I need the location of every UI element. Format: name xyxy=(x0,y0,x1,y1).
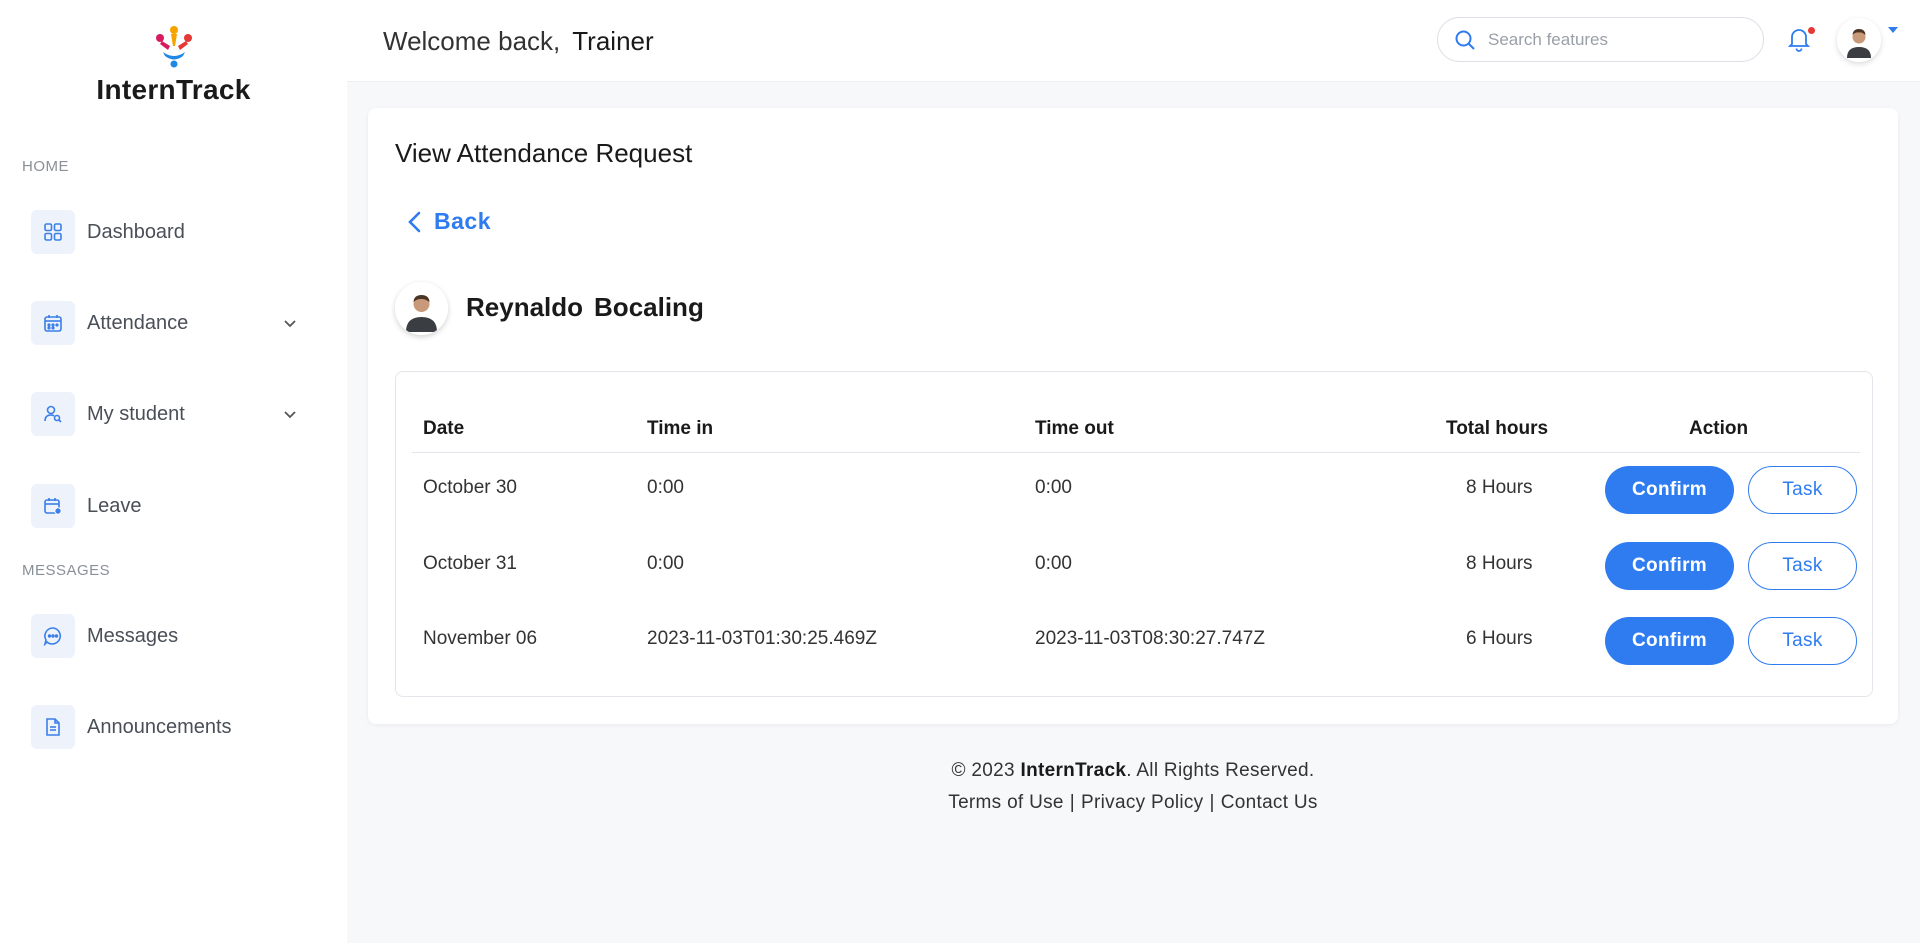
chevron-down-icon[interactable] xyxy=(282,315,298,331)
search-box[interactable] xyxy=(1437,17,1764,62)
cell-total-hours: 8 Hours xyxy=(1466,477,1533,498)
student-first-name: Reynaldo xyxy=(466,292,584,322)
copyright: © 2023 InternTrack. All Rights Reserved. xyxy=(368,760,1898,782)
top-header: Welcome back, Trainer xyxy=(347,0,1920,82)
welcome-text: Welcome back, Trainer xyxy=(383,26,654,57)
page-title: View Attendance Request xyxy=(395,138,693,168)
notification-dot xyxy=(1808,27,1815,34)
cell-time-in: 2023-11-03T01:30:25.469Z xyxy=(647,628,877,649)
terms-link[interactable]: Terms of Use xyxy=(948,792,1064,813)
copyright-brand: InternTrack xyxy=(1020,760,1127,781)
footer-links: Terms of Use | Privacy Policy | Contact Us xyxy=(368,792,1898,814)
chat-icon xyxy=(31,614,75,658)
user-search-icon xyxy=(31,392,75,436)
cell-time-in: 0:00 xyxy=(647,553,684,574)
confirm-button[interactable]: Confirm xyxy=(1605,617,1734,665)
task-button[interactable]: Task xyxy=(1748,617,1857,665)
footer-separator: | xyxy=(1069,792,1076,813)
brand-name: InternTrack xyxy=(96,74,251,105)
sidebar-item-label: Announcements xyxy=(87,715,232,738)
attendance-table: Date Time in Time out Total hours Action… xyxy=(395,371,1873,697)
search-input[interactable] xyxy=(1488,29,1738,50)
cell-date: October 31 xyxy=(423,553,517,574)
back-button[interactable]: Back xyxy=(406,208,491,235)
cell-date: November 06 xyxy=(423,628,538,649)
sidebar-item-my-student[interactable]: My student xyxy=(31,392,316,436)
confirm-button[interactable]: Confirm xyxy=(1605,466,1734,514)
sidebar-item-label: Leave xyxy=(87,494,142,517)
column-header-action: Action xyxy=(1689,418,1749,439)
sidebar-item-attendance[interactable]: Attendance xyxy=(31,301,316,345)
calendar-clock-icon xyxy=(31,484,75,528)
column-header-time-in: Time in xyxy=(647,418,714,439)
copyright-prefix: © 2023 xyxy=(951,760,1015,781)
brand[interactable]: InternTrack xyxy=(0,22,347,106)
calendar-icon xyxy=(31,301,75,345)
footer: © 2023 InternTrack. All Rights Reserved.… xyxy=(368,760,1898,814)
chevron-left-icon xyxy=(408,211,421,232)
cell-total-hours: 6 Hours xyxy=(1466,628,1533,649)
document-icon xyxy=(31,705,75,749)
student-last-name: Bocaling xyxy=(594,292,704,322)
back-label: Back xyxy=(434,208,491,234)
sidebar: InternTrack HOME Dashboard Attendance My… xyxy=(0,0,347,943)
column-header-date: Date xyxy=(423,418,465,439)
student-avatar xyxy=(395,282,448,335)
header-divider xyxy=(412,452,1860,453)
column-header-total-hours: Total hours xyxy=(1446,418,1549,439)
section-label-home: HOME xyxy=(22,158,69,175)
task-button[interactable]: Task xyxy=(1748,466,1857,514)
sidebar-item-announcements[interactable]: Announcements xyxy=(31,705,316,749)
grid-icon xyxy=(31,210,75,254)
sidebar-item-label: Dashboard xyxy=(87,220,185,243)
cell-date: October 30 xyxy=(423,477,517,498)
search-icon xyxy=(1455,30,1475,50)
cell-time-out: 2023-11-03T08:30:27.747Z xyxy=(1035,628,1265,649)
task-button[interactable]: Task xyxy=(1748,542,1857,590)
student-name: Reynaldo Bocaling xyxy=(466,292,704,323)
confirm-button[interactable]: Confirm xyxy=(1605,542,1734,590)
chevron-down-icon[interactable] xyxy=(1888,27,1898,33)
privacy-link[interactable]: Privacy Policy xyxy=(1081,792,1203,813)
column-header-time-out: Time out xyxy=(1035,418,1114,439)
sidebar-item-dashboard[interactable]: Dashboard xyxy=(31,210,316,254)
welcome-label: Welcome back, xyxy=(383,26,561,56)
copyright-suffix: . All Rights Reserved. xyxy=(1126,760,1315,781)
avatar[interactable] xyxy=(1837,18,1881,62)
attendance-request-card: View Attendance Request Back Reynaldo Boc… xyxy=(368,108,1898,724)
sidebar-item-label: My student xyxy=(87,402,185,425)
cell-total-hours: 8 Hours xyxy=(1466,553,1533,574)
welcome-user-name: Trainer xyxy=(572,26,654,56)
sidebar-item-leave[interactable]: Leave xyxy=(31,484,316,528)
footer-separator: | xyxy=(1209,792,1215,813)
section-label-messages: MESSAGES xyxy=(22,562,111,579)
sidebar-item-label: Attendance xyxy=(87,311,189,334)
cell-time-out: 0:00 xyxy=(1035,477,1072,498)
sidebar-item-label: Messages xyxy=(87,624,179,647)
cell-time-out: 0:00 xyxy=(1035,553,1072,574)
brand-logo-icon xyxy=(155,26,192,68)
chevron-down-icon[interactable] xyxy=(282,406,298,422)
cell-time-in: 0:00 xyxy=(647,477,684,498)
contact-link[interactable]: Contact Us xyxy=(1221,792,1318,813)
sidebar-item-messages[interactable]: Messages xyxy=(31,614,316,658)
